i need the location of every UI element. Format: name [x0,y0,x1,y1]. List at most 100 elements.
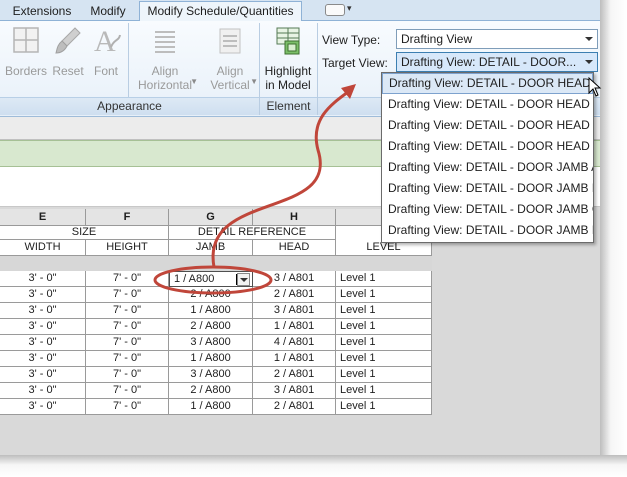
cell-width[interactable]: 3' - 0" [0,335,86,351]
tab-modify-schedule-quantities[interactable]: Modify Schedule/Quantities [139,1,302,22]
cell-width[interactable]: 3' - 0" [0,351,86,367]
chevron-down-icon[interactable]: ▾ [347,3,352,14]
chevron-down-icon[interactable] [585,37,593,41]
cell-width[interactable]: 3' - 0" [0,367,86,383]
dropdown-item-door-jamb-b[interactable]: Drafting View: DETAIL - DOOR JAMB B [382,178,593,199]
dropdown-item-door-jamb-d[interactable]: Drafting View: DETAIL - DOOR JAMB D [382,220,593,241]
view-type-label: View Type: [322,33,381,47]
cell-height[interactable]: 7' - 0" [86,351,169,367]
cell-width[interactable]: 3' - 0" [0,271,86,287]
column-letter-f[interactable]: F [86,209,169,226]
cell-head[interactable]: 3 / A801 [253,383,336,399]
dropdown-item-door-head-b[interactable]: Drafting View: DETAIL - DOOR HEAD B [382,94,593,115]
cell-height[interactable]: 7' - 0" [86,303,169,319]
dropdown-item-door-jamb-c[interactable]: Drafting View: DETAIL - DOOR JAMB C [382,199,593,220]
target-view-label: Target View: [322,56,388,70]
svg-text:A: A [94,25,116,57]
dropdown-item-door-head-d[interactable]: Drafting View: DETAIL - DOOR HEAD D [382,136,593,157]
cell-width[interactable]: 3' - 0" [0,383,86,399]
sub-header-jamb[interactable]: JAMB [169,240,253,256]
cell-head[interactable]: 1 / A801 [253,351,336,367]
column-letter-e[interactable]: E [0,209,86,226]
sub-header-height[interactable]: HEIGHT [86,240,169,256]
cell-level[interactable]: Level 1 [336,303,432,319]
sub-header-width[interactable]: WIDTH [0,240,86,256]
highlight-in-model-icon [276,27,300,55]
view-type-dropdown[interactable]: Drafting View [396,29,598,49]
cell-jamb[interactable]: 3 / A800 [169,335,253,351]
cell-height[interactable]: 7' - 0" [86,399,169,415]
align-vertical-button[interactable]: Align Vertical ▼ [204,25,258,92]
mouse-pointer-icon [588,77,602,97]
cell-height[interactable]: 7' - 0" [86,271,169,287]
cell-jamb[interactable]: 2 / A800 [169,319,253,335]
cell-level[interactable]: Level 1 [336,335,432,351]
cell-height[interactable]: 7' - 0" [86,287,169,303]
sub-header-head[interactable]: HEAD [253,240,336,256]
cell-jamb[interactable]: 1 / A800 [169,399,253,415]
align-vertical-icon [219,28,241,54]
cell-jamb[interactable]: 3 / A800 [169,367,253,383]
cell-level[interactable]: Level 1 [336,271,432,287]
cell-level[interactable]: Level 1 [336,383,432,399]
cell-head[interactable]: 2 / A801 [253,287,336,303]
cell-level[interactable]: Level 1 [336,351,432,367]
cell-height[interactable]: 7' - 0" [86,319,169,335]
cell-jamb[interactable]: 1 / A800 [169,351,253,367]
cell-jamb[interactable]: 1 / A800 [169,303,253,319]
panel-title-appearance: Appearance [0,97,259,115]
chevron-down-icon[interactable]: ▼ [190,75,198,89]
dropdown-item-door-jamb-a[interactable]: Drafting View: DETAIL - DOOR JAMB A [382,157,593,178]
font-button[interactable]: A Font [88,25,124,78]
cell-height[interactable]: 7' - 0" [86,335,169,351]
grid-borders-icon [13,27,39,53]
borders-button[interactable]: Borders [4,25,48,78]
chevron-down-icon[interactable]: ▼ [250,75,258,89]
reset-button[interactable]: Reset [48,25,88,78]
group-header-detail-reference[interactable]: DETAIL REFERENCE [169,226,336,240]
cell-jamb-editing[interactable]: 1 / A800 [169,271,253,287]
highlight-in-model-button[interactable]: Highlight in Model [260,25,316,92]
tab-modify[interactable]: Modify [82,2,134,21]
column-letter-h[interactable]: H [253,209,336,226]
align-horizontal-button[interactable]: Align Horizontal ▼ [130,25,200,92]
view-type-value: Drafting View [401,32,473,46]
reset-label: Reset [52,64,84,78]
panel-title-element: Element [260,97,317,115]
cell-width[interactable]: 3' - 0" [0,399,86,415]
app-window: Extensions Modify Modify Schedule/Quanti… [0,0,604,458]
cell-jamb-value: 1 / A800 [174,273,215,285]
dropdown-item-door-head-c[interactable]: Drafting View: DETAIL - DOOR HEAD C [382,115,593,136]
cell-level[interactable]: Level 1 [336,399,432,415]
cell-width[interactable]: 3' - 0" [0,303,86,319]
chevron-down-icon[interactable] [585,60,593,64]
group-header-size[interactable]: SIZE [0,226,169,240]
cell-height[interactable]: 7' - 0" [86,367,169,383]
target-view-dropdown[interactable]: Drafting View: DETAIL - DOOR... [396,52,598,72]
tab-extensions[interactable]: Extensions [6,2,78,21]
font-label: Font [93,64,118,78]
cell-jamb[interactable]: 2 / A800 [169,287,253,303]
target-view-dropdown-list: Drafting View: DETAIL - DOOR HEAD A Draf… [381,72,594,243]
cell-jamb[interactable]: 2 / A800 [169,383,253,399]
dropdown-item-door-head-a[interactable]: Drafting View: DETAIL - DOOR HEAD A [382,73,593,94]
cell-level[interactable]: Level 1 [336,319,432,335]
schedule-row-gap [0,256,432,271]
cell-height[interactable]: 7' - 0" [86,383,169,399]
quick-access-toggle[interactable] [325,4,345,16]
cell-width[interactable]: 3' - 0" [0,319,86,335]
cell-head[interactable]: 2 / A801 [253,399,336,415]
cell-head[interactable]: 1 / A801 [253,319,336,335]
cell-head[interactable]: 4 / A801 [253,335,336,351]
torn-edge-bottom [0,455,627,477]
cell-width[interactable]: 3' - 0" [0,287,86,303]
cell-level[interactable]: Level 1 [336,367,432,383]
chevron-down-icon[interactable] [237,273,250,286]
target-view-value: Drafting View: DETAIL - DOOR... [401,55,577,69]
cell-head[interactable]: 3 / A801 [253,271,336,287]
cell-head[interactable]: 2 / A801 [253,367,336,383]
column-letter-g[interactable]: G [169,209,253,226]
cell-level[interactable]: Level 1 [336,287,432,303]
cell-head[interactable]: 3 / A801 [253,303,336,319]
align-vertical-label-1: Align [216,64,244,78]
